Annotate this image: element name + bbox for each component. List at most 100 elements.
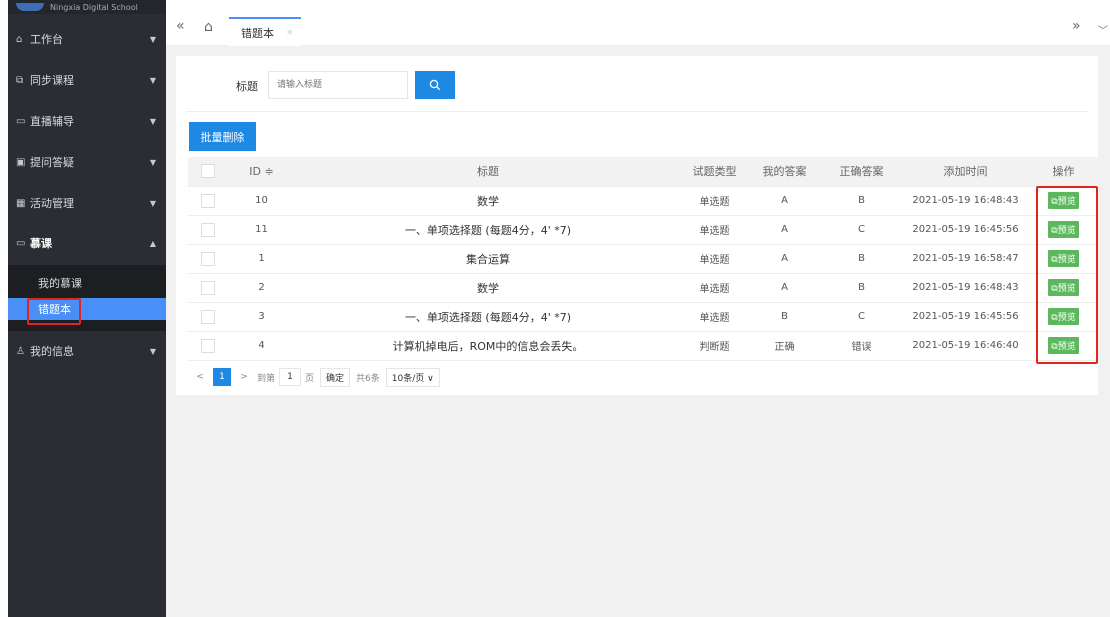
confirm-button[interactable]: 确定 <box>320 367 351 387</box>
chevron-down-icon: ▼ <box>149 116 156 126</box>
sidebar-item-label: 慕课 <box>30 237 52 250</box>
chevron-down-icon: ▼ <box>149 34 156 44</box>
cell-title: 集合运算 <box>295 244 681 274</box>
sidebar-item-live[interactable]: ▭ 直播辅导 ▼ <box>8 109 166 133</box>
cell-correct-answer: C <box>821 302 902 332</box>
chevron-down-icon: ▼ <box>149 346 156 356</box>
sidebar-item-label: 提问答疑 <box>30 156 74 169</box>
broadcast-icon: ▭ <box>16 115 26 127</box>
collapse-icon[interactable]: « <box>176 18 185 34</box>
cell-type: 单选题 <box>681 215 748 245</box>
main-content: 标题 批量删除 ID ≑ 标题 试题类型 我的答案 正确答案 添加时间 操作 <box>166 46 1110 617</box>
sidebar: Ningxia Digital School ⌂ 工作台 ▼ ⧉ 同步课程 ▼ ▭ 直播辅… <box>8 0 166 617</box>
pagination: < 1 > 到第 1 页 确定 共6条 10条/页 ∨ <box>191 367 440 387</box>
batch-delete-button[interactable]: 批量删除 <box>189 122 256 151</box>
row-checkbox[interactable] <box>201 222 215 237</box>
row-checkbox[interactable] <box>201 251 215 266</box>
book-icon: ⧉ <box>16 74 24 86</box>
cell-type: 单选题 <box>681 186 748 216</box>
cell-title: 数学 <box>295 186 681 216</box>
sidebar-item-workbench[interactable]: ⌂ 工作台 ▼ <box>8 27 166 51</box>
sidebar-item-label: 直播辅导 <box>30 115 74 128</box>
goto-label: 到第 <box>257 373 276 384</box>
sidebar-item-sync-course[interactable]: ⧉ 同步课程 ▼ <box>8 68 166 92</box>
column-header-my-answer: 我的答案 <box>748 157 821 187</box>
sidebar-subitem-label: 我的慕课 <box>38 277 82 290</box>
sidebar-item-mooc[interactable]: ▭ 慕课 ▲ <box>8 231 166 255</box>
tab-label: 错题本 <box>241 26 274 40</box>
chevron-down-icon: ▼ <box>149 75 156 85</box>
row-checkbox-cell <box>188 273 228 303</box>
question-icon: ▣ <box>16 156 26 168</box>
tab-bar: « ⌂ 错题本 × » ﹀ <box>166 0 1110 46</box>
cell-correct-answer: B <box>821 273 902 303</box>
cell-my-answer: A <box>748 215 821 245</box>
table-row: 4 计算机掉电后，ROM中的信息会丢失。 判断题 正确 错误 2021-05-1… <box>188 331 1098 361</box>
search-button[interactable] <box>415 71 455 99</box>
cell-title: 一、单项选择题 (每题4分，4' *7) <box>295 302 681 332</box>
cell-id: 2 <box>228 273 295 303</box>
row-checkbox[interactable] <box>201 309 215 324</box>
search-input[interactable] <box>268 71 408 99</box>
table-row: 2 数学 单选题 A B 2021-05-19 16:48:43 ⧉预览 <box>188 273 1098 303</box>
row-checkbox-cell <box>188 186 228 216</box>
logo-icon <box>16 3 44 11</box>
cell-correct-answer: C <box>821 215 902 245</box>
tab-wrong-book[interactable]: 错题本 × <box>229 17 301 46</box>
cell-id: 3 <box>228 302 295 332</box>
sidebar-item-qa[interactable]: ▣ 提问答疑 ▼ <box>8 150 166 174</box>
sidebar-item-label: 工作台 <box>30 33 63 46</box>
row-checkbox[interactable] <box>201 193 215 208</box>
row-checkbox-cell <box>188 244 228 274</box>
sidebar-item-label: 我的信息 <box>30 345 74 358</box>
cell-time: 2021-05-19 16:45:56 <box>902 302 1029 332</box>
user-icon: ♙ <box>16 345 25 357</box>
cell-type: 单选题 <box>681 244 748 274</box>
cell-title: 计算机掉电后，ROM中的信息会丢失。 <box>295 331 681 361</box>
sidebar-item-label: 活动管理 <box>30 197 74 210</box>
cell-title: 数学 <box>295 273 681 303</box>
page-1-button[interactable]: 1 <box>213 368 231 386</box>
cell-time: 2021-05-19 16:48:43 <box>902 273 1029 303</box>
column-header-time: 添加时间 <box>902 157 1029 187</box>
column-header-id[interactable]: ID ≑ <box>228 157 295 187</box>
cell-id: 10 <box>228 186 295 216</box>
home-icon: ⌂ <box>16 33 23 45</box>
search-label: 标题 <box>236 80 258 93</box>
cell-type: 判断题 <box>681 331 748 361</box>
row-checkbox[interactable] <box>201 338 215 353</box>
chevron-down-icon[interactable]: ﹀ <box>1098 22 1108 37</box>
highlight-box <box>1036 186 1098 364</box>
highlight-box <box>27 298 81 325</box>
video-icon: ▭ <box>16 237 26 249</box>
table-header: ID ≑ 标题 试题类型 我的答案 正确答案 添加时间 操作 <box>188 157 1098 187</box>
chevron-right-icon[interactable]: » <box>1072 18 1081 34</box>
page-size-select[interactable]: 10条/页 ∨ <box>385 367 440 387</box>
sidebar-item-my-info[interactable]: ♙ 我的信息 ▼ <box>8 339 166 363</box>
page-number-input[interactable]: 1 <box>279 368 302 386</box>
page-unit-label: 页 <box>305 373 315 384</box>
home-icon[interactable]: ⌂ <box>204 19 213 35</box>
column-header-correct-answer: 正确答案 <box>821 157 902 187</box>
next-page-button[interactable]: > <box>235 368 253 386</box>
close-icon[interactable]: × <box>286 28 294 38</box>
sidebar-subitem-my-mooc[interactable]: 我的慕课 <box>8 272 166 294</box>
row-checkbox[interactable] <box>201 280 215 295</box>
cell-type: 单选题 <box>681 273 748 303</box>
cell-my-answer: B <box>748 302 821 332</box>
divider <box>186 111 1088 112</box>
panel: 标题 批量删除 ID ≑ 标题 试题类型 我的答案 正确答案 添加时间 操作 <box>176 56 1098 395</box>
cell-my-answer: 正确 <box>748 331 821 361</box>
select-all-cell <box>188 157 228 187</box>
search-icon <box>429 79 441 91</box>
sidebar-item-activity[interactable]: ▦ 活动管理 ▼ <box>8 191 166 215</box>
prev-page-button[interactable]: < <box>191 368 209 386</box>
cell-correct-answer: 错误 <box>821 331 902 361</box>
brand-logo: Ningxia Digital School <box>8 0 166 14</box>
row-checkbox-cell <box>188 215 228 245</box>
select-all-checkbox[interactable] <box>201 164 215 179</box>
row-checkbox-cell <box>188 302 228 332</box>
cell-my-answer: A <box>748 244 821 274</box>
table-row: 10 数学 单选题 A B 2021-05-19 16:48:43 ⧉预览 <box>188 186 1098 216</box>
brand-name: Ningxia Digital School <box>50 2 138 12</box>
